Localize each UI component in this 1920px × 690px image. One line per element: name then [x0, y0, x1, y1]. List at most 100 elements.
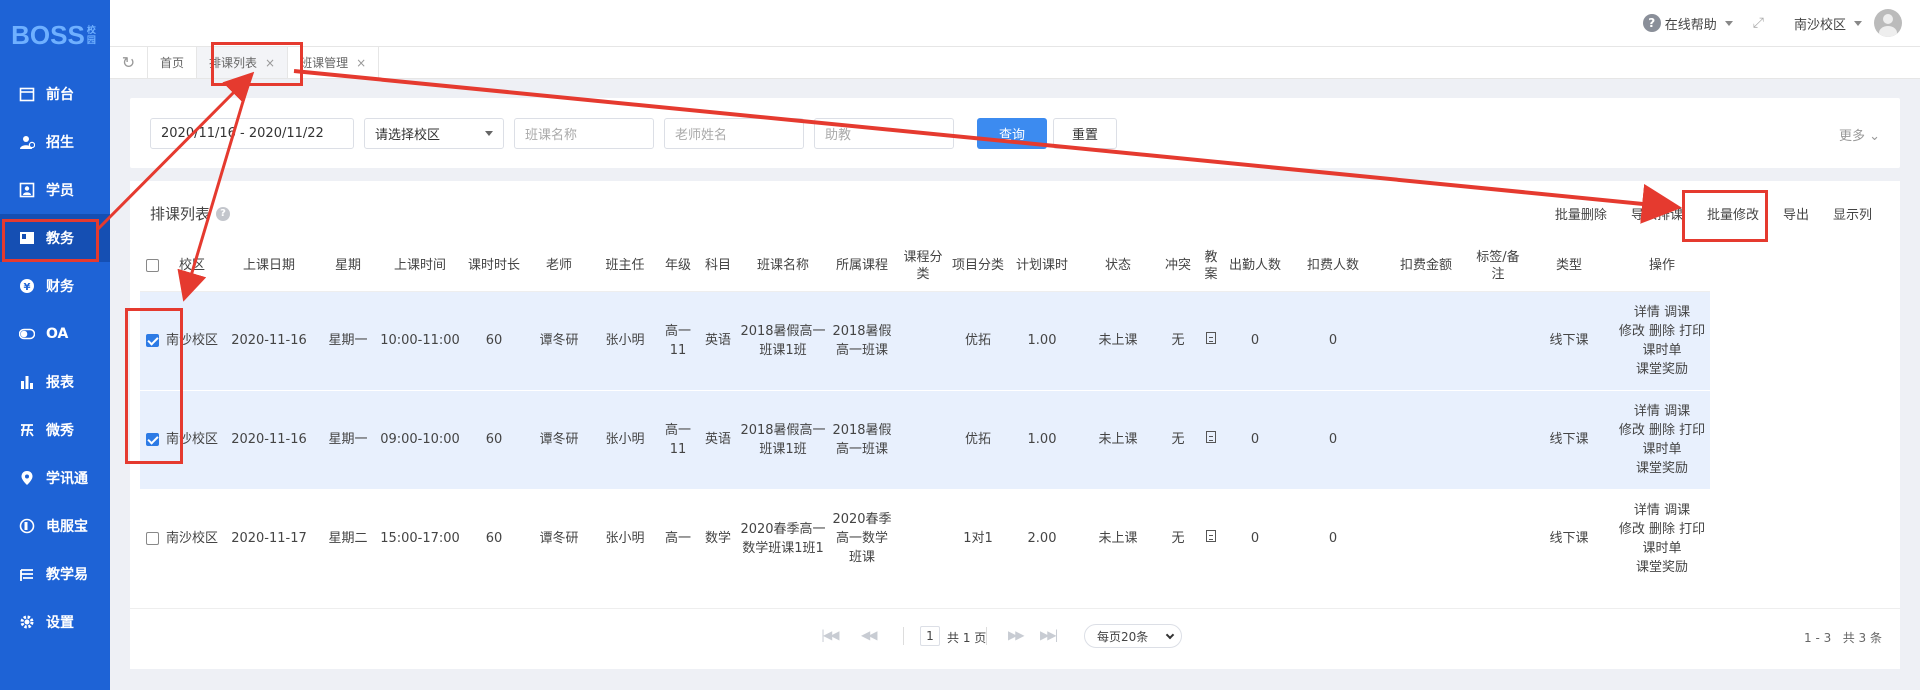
refresh-icon[interactable]: ↻: [110, 47, 148, 78]
bar-chart-icon: [18, 373, 36, 391]
first-page-icon[interactable]: |◀◀: [821, 628, 839, 642]
prev-page-icon[interactable]: ◀◀: [861, 628, 878, 642]
cell-campus: 南沙校区: [164, 291, 220, 391]
reschedule-link[interactable]: 调课: [1664, 305, 1690, 320]
page-size-select[interactable]: 每页20条: [1084, 624, 1182, 648]
batch-edit-button[interactable]: 批量修改: [1707, 204, 1759, 223]
column-header: 上课时间: [378, 241, 462, 292]
reschedule-link[interactable]: 调课: [1664, 503, 1690, 518]
help-icon: ?: [1642, 14, 1661, 32]
logo-sub-text: 校园: [86, 25, 96, 45]
row-checkbox[interactable]: [145, 532, 159, 545]
online-help-menu[interactable]: ? 在线帮助: [1642, 14, 1733, 33]
more-filters-toggle[interactable]: 更多 ⌄: [1839, 125, 1880, 144]
app-logo[interactable]: BOSS 校园: [0, 0, 110, 70]
campus-switcher[interactable]: 南沙校区: [1794, 14, 1862, 33]
last-page-icon[interactable]: ▶▶|: [1040, 628, 1058, 642]
reward-link[interactable]: 课堂奖励: [1636, 362, 1688, 377]
sidebar-item-4[interactable]: ¥ 财务: [0, 262, 110, 310]
date-range-picker[interactable]: 2020/11/16 - 2020/11/22: [150, 118, 354, 149]
cell-attend: 0: [1224, 489, 1286, 589]
sidebar-item-2[interactable]: 学员: [0, 166, 110, 214]
document-icon[interactable]: [1206, 431, 1216, 443]
edit-link[interactable]: 修改: [1619, 324, 1645, 339]
detail-link[interactable]: 详情: [1634, 305, 1660, 320]
chevron-down-icon: [1724, 20, 1733, 26]
reset-button[interactable]: 重置: [1053, 118, 1117, 149]
pagination: |◀◀ ◀◀ 1 共 1 页 ▶▶ ▶▶| 每页20条 1 - 3 共 3 条: [130, 608, 1900, 653]
reward-link[interactable]: 课堂奖励: [1636, 461, 1688, 476]
edit-link[interactable]: 修改: [1619, 522, 1645, 537]
row-select-cell: [140, 489, 164, 589]
sidebar-item-9[interactable]: 电服宝: [0, 502, 110, 550]
chevron-down-icon: [485, 131, 493, 136]
close-icon[interactable]: ×: [265, 56, 275, 70]
cell-campus: 南沙校区: [164, 390, 220, 490]
detail-link[interactable]: 详情: [1634, 404, 1660, 419]
sidebar-item-0[interactable]: 前台: [0, 70, 110, 118]
edit-link[interactable]: 修改: [1619, 423, 1645, 438]
question-icon[interactable]: ?: [216, 206, 231, 221]
class-name-input[interactable]: 班课名称: [514, 118, 654, 149]
row-checkbox[interactable]: [145, 433, 159, 446]
lesson-plan-cell: [1198, 489, 1224, 589]
sidebar-item-10[interactable]: 教学易: [0, 550, 110, 598]
table-row[interactable]: 南沙校区 2020-11-16 星期一 10:00-11:00 60 谭冬研 张小明 高一11…: [140, 291, 1710, 391]
display-columns-button[interactable]: 显示列: [1833, 204, 1872, 223]
document-icon[interactable]: [1206, 332, 1216, 344]
sidebar-item-label: 招生: [46, 135, 74, 151]
document-icon[interactable]: [1206, 530, 1216, 542]
campus-select[interactable]: 请选择校区: [364, 118, 504, 149]
sidebar-item-6[interactable]: 报表: [0, 358, 110, 406]
table-row[interactable]: 南沙校区 2020-11-16 星期一 09:00-10:00 60 谭冬研 张小明 高一11…: [140, 390, 1710, 490]
detail-link[interactable]: 详情: [1634, 503, 1660, 518]
delete-link[interactable]: 删除: [1649, 423, 1675, 438]
sidebar-item-11[interactable]: 设置: [0, 598, 110, 646]
page-number-input[interactable]: 1: [920, 626, 940, 646]
cell-amount: [1380, 390, 1472, 490]
import-schedule-button[interactable]: 导入排课: [1631, 204, 1683, 223]
column-header: 班课名称: [738, 241, 828, 292]
fullscreen-icon[interactable]: ⤢: [1753, 15, 1764, 31]
table-row[interactable]: 南沙校区 2020-11-17 星期二 15:00-17:00 60 谭冬研 张小明 高一 数学…: [140, 489, 1710, 589]
sidebar-item-5[interactable]: OA: [0, 310, 110, 358]
search-button[interactable]: 查询: [977, 118, 1047, 149]
delete-link[interactable]: 删除: [1649, 522, 1675, 537]
cell-course_cat: [896, 291, 950, 391]
select-all-checkbox[interactable]: [145, 259, 159, 273]
reschedule-link[interactable]: 调课: [1664, 404, 1690, 419]
cell-time: 10:00-11:00: [378, 291, 462, 391]
sidebar-item-7[interactable]: 微秀: [0, 406, 110, 454]
batch-delete-button[interactable]: 批量删除: [1555, 204, 1607, 223]
avatar[interactable]: [1874, 9, 1902, 37]
row-actions: 详情 调课 修改 删除 打印课时单 课堂奖励: [1614, 390, 1710, 490]
cell-course_cat: [896, 390, 950, 490]
cell-course: 2020春季高一数学班课: [828, 489, 896, 589]
teacher-name-input[interactable]: 老师姓名: [664, 118, 804, 149]
tab-class-management[interactable]: 班课管理 ×: [288, 47, 380, 78]
close-icon[interactable]: ×: [356, 56, 366, 70]
cell-attend: 0: [1224, 390, 1286, 490]
column-header: 班主任: [592, 241, 658, 292]
next-page-icon[interactable]: ▶▶: [1008, 628, 1025, 642]
user-add-icon: [18, 133, 36, 151]
page-size-value: 每页20条: [1097, 629, 1149, 644]
row-checkbox[interactable]: [145, 334, 159, 347]
sidebar-item-1[interactable]: 招生: [0, 118, 110, 166]
tab-home[interactable]: 首页: [148, 47, 198, 78]
cell-duration: 60: [462, 390, 526, 490]
cell-class[interactable]: 2018暑假高一班课1班: [738, 390, 828, 490]
sidebar-item-3[interactable]: 教务: [0, 214, 110, 262]
column-header: 所属课程: [828, 241, 896, 292]
export-button[interactable]: 导出: [1783, 204, 1809, 223]
tab-schedule-list[interactable]: 排课列表 ×: [197, 47, 289, 78]
sidebar-item-8[interactable]: 学讯通: [0, 454, 110, 502]
campus-select-value: 请选择校区: [375, 128, 441, 143]
tab-label: 班课管理: [300, 56, 349, 70]
reward-link[interactable]: 课堂奖励: [1636, 560, 1688, 575]
cell-class[interactable]: 2018暑假高一班课1班: [738, 291, 828, 391]
gear-icon: [18, 613, 36, 631]
cell-class[interactable]: 2020春季高一数学班课1班1: [738, 489, 828, 589]
delete-link[interactable]: 删除: [1649, 324, 1675, 339]
assistant-input[interactable]: 助教: [814, 118, 954, 149]
